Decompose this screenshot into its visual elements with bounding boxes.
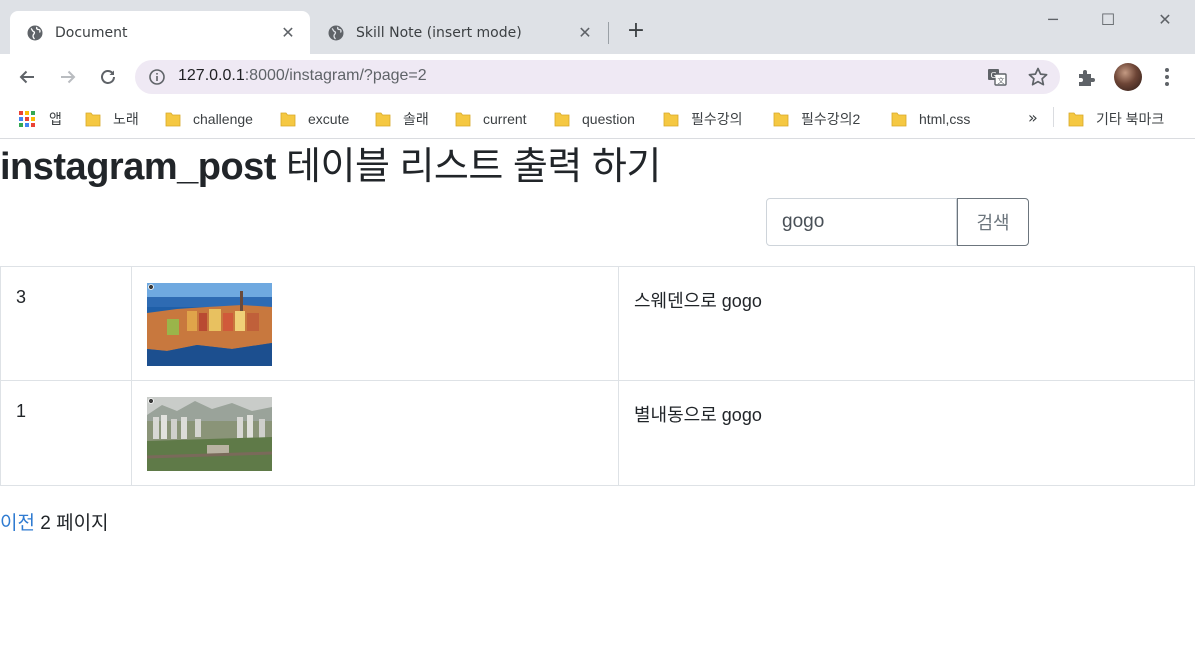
- url-path: :8000/instagram/?page=2: [244, 67, 427, 84]
- folder-icon: [554, 112, 570, 127]
- bookmark-folder[interactable]: question: [554, 108, 635, 130]
- window-close-icon[interactable]: ✕: [1142, 6, 1188, 34]
- bookmark-folder[interactable]: 솔래: [375, 108, 429, 130]
- folder-icon: [891, 112, 907, 127]
- maximize-icon[interactable]: ☐: [1085, 6, 1131, 34]
- post-caption-cell: 별내동으로 gogo: [618, 380, 1195, 486]
- folder-icon: [85, 112, 101, 127]
- globe-icon: [328, 25, 344, 40]
- folder-icon: [375, 112, 391, 127]
- info-icon[interactable]: [148, 68, 166, 86]
- page-title-table-name: instagram_post: [0, 146, 276, 188]
- close-tab-icon[interactable]: ✕: [575, 23, 595, 42]
- bookmark-folder[interactable]: 필수강의: [663, 108, 743, 130]
- folder-icon: [280, 112, 296, 127]
- browser-chrome: Document ✕ Skill Note (insert mode) ✕ + …: [0, 0, 1195, 140]
- url-host: 127.0.0.1: [178, 67, 245, 84]
- folder-icon: [773, 112, 789, 127]
- byeollae-aerial-photo: [147, 397, 272, 471]
- new-tab-icon[interactable]: +: [624, 19, 648, 43]
- table-row: 1 별내동으로 gogo: [0, 380, 1195, 486]
- bookmark-label: challenge: [193, 111, 253, 127]
- post-id-cell: 3: [0, 266, 132, 381]
- url-text[interactable]: 127.0.0.1:8000/instagram/?page=2: [178, 67, 427, 85]
- search-input[interactable]: [766, 198, 957, 246]
- search-form: 검색: [766, 198, 1029, 246]
- bookmark-label: question: [582, 111, 635, 127]
- bookmark-folder[interactable]: current: [455, 108, 527, 130]
- table-row: 3 스웨덴으로 gogo: [0, 266, 1195, 381]
- tab-title: Skill Note (insert mode): [356, 24, 522, 41]
- bookmark-label: 기타 북마크: [1096, 111, 1165, 127]
- tab-strip: Document ✕ Skill Note (insert mode) ✕ + …: [0, 0, 1195, 54]
- reload-icon[interactable]: [94, 63, 122, 91]
- minimize-icon[interactable]: ─: [1030, 6, 1076, 34]
- folder-icon: [455, 112, 471, 127]
- tab-document[interactable]: Document ✕: [10, 11, 310, 54]
- bookmark-folder[interactable]: html,css: [891, 108, 970, 130]
- page-content: instagram_post 테이블 리스트 출력 하기 검색 3: [0, 140, 1195, 654]
- extensions-puzzle-icon[interactable]: [1076, 66, 1098, 88]
- more-menu-icon[interactable]: [1157, 66, 1177, 88]
- svg-text:文: 文: [998, 76, 1005, 85]
- bookmark-folder[interactable]: 필수강의2: [773, 108, 860, 130]
- bookmark-folder[interactable]: challenge: [165, 108, 253, 130]
- back-arrow-icon[interactable]: [13, 63, 41, 91]
- page-title-description: 테이블 리스트 출력 하기: [286, 146, 661, 188]
- bookmark-label: 솔래: [403, 111, 429, 127]
- post-image-cell: [131, 380, 619, 486]
- bookmark-folder[interactable]: excute: [280, 108, 349, 130]
- bookmark-apps[interactable]: 앱: [19, 108, 62, 130]
- bookmark-label: 필수강의2: [801, 111, 861, 127]
- post-image-cell: [131, 266, 619, 381]
- close-tab-icon[interactable]: ✕: [278, 23, 298, 42]
- bookmarks-bar: 앱 노래 challenge excute 솔래 current questio…: [0, 100, 1195, 139]
- bookmarks-divider: [1053, 107, 1054, 127]
- post-caption-cell: 스웨덴으로 gogo: [618, 266, 1195, 381]
- bookmark-label: html,css: [919, 111, 971, 127]
- forward-arrow-icon[interactable]: [54, 63, 82, 91]
- bookmark-star-icon[interactable]: [1027, 66, 1049, 88]
- folder-icon: [165, 112, 181, 127]
- bookmark-label: 앱: [49, 111, 62, 127]
- bookmarks-overflow-chevron[interactable]: »: [1028, 108, 1038, 127]
- translate-icon[interactable]: G文: [987, 67, 1007, 87]
- post-id-cell: 1: [0, 380, 132, 486]
- svg-text:G: G: [991, 71, 997, 80]
- bookmark-label: current: [483, 111, 527, 127]
- apps-grid-icon: [19, 111, 35, 127]
- address-bar[interactable]: 127.0.0.1:8000/instagram/?page=2 G文: [135, 60, 1060, 94]
- tab-divider: [608, 22, 609, 44]
- tab-skill-note[interactable]: Skill Note (insert mode) ✕: [311, 11, 607, 54]
- search-button[interactable]: 검색: [957, 198, 1029, 246]
- current-page-text: 2 페이지: [40, 513, 109, 534]
- globe-icon: [27, 25, 43, 40]
- post-table: 3 스웨덴으로 gogo 1 별내동으로 gogo: [0, 266, 1195, 486]
- folder-icon: [663, 112, 679, 127]
- bookmark-label: 노래: [113, 111, 139, 127]
- browser-toolbar: 127.0.0.1:8000/instagram/?page=2 G文: [0, 54, 1195, 100]
- page-title: instagram_post 테이블 리스트 출력 하기: [0, 142, 661, 192]
- bookmark-folder[interactable]: 노래: [85, 108, 139, 130]
- bookmark-label: excute: [308, 111, 350, 127]
- folder-icon: [1068, 112, 1084, 127]
- stockholm-city-photo: [147, 283, 272, 366]
- profile-avatar[interactable]: [1114, 63, 1142, 91]
- other-bookmarks-folder[interactable]: 기타 북마크: [1068, 108, 1164, 130]
- previous-page-link[interactable]: 이전: [0, 513, 35, 534]
- pagination: 이전 2 페이지: [0, 508, 109, 535]
- bookmark-label: 필수강의: [691, 111, 743, 127]
- tab-title: Document: [55, 24, 128, 41]
